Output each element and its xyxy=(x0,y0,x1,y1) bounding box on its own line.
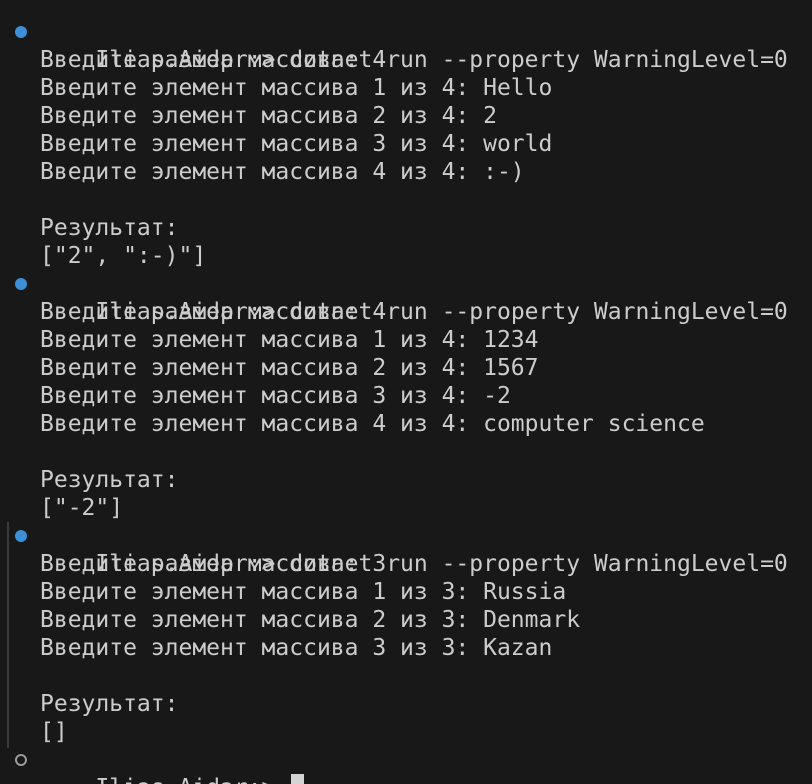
output-blank-line xyxy=(0,662,812,690)
output-line: Введите элемент массива 3 из 4: -2 xyxy=(40,383,511,409)
output-line: Введите элемент массива 2 из 3: Denmark xyxy=(40,607,581,633)
output-line: Введите элемент массива 4 из 4: computer… xyxy=(40,411,705,437)
terminal-panel[interactable]: Ilias.Aidar:> dotnet run --property Warn… xyxy=(0,0,812,784)
result-label: Результат: xyxy=(40,691,179,717)
output-line: Введите размер массива: 3 xyxy=(40,551,387,577)
command-line: Ilias.Aidar:> dotnet run --property Warn… xyxy=(0,270,812,325)
command-line: Ilias.Aidar:> dotnet run --property Warn… xyxy=(0,522,812,577)
output-line: Введите элемент массива 1 из 4: Hello xyxy=(40,75,553,101)
result-label: Результат: xyxy=(40,215,179,241)
output-line: Введите элемент массива 2 из 4: 2 xyxy=(40,103,497,129)
output-line: Введите элемент массива 1 из 4: 1234 xyxy=(40,327,539,353)
prompt: Ilias.Aidar:> xyxy=(95,775,275,784)
result-label: Результат: xyxy=(40,467,179,493)
output-line: Введите размер массива: 4 xyxy=(40,299,387,325)
output-line: Введите элемент массива 3 из 3: Kazan xyxy=(40,635,553,661)
command-line: Ilias.Aidar:> dotnet run --property Warn… xyxy=(0,18,812,73)
output-blank-line xyxy=(0,438,812,466)
output-line: Введите элемент массива 4 из 4: :-) xyxy=(40,159,525,185)
current-prompt-line[interactable]: Ilias.Aidar:> xyxy=(0,746,812,784)
output-line: Введите элемент массива 2 из 4: 1567 xyxy=(40,355,539,381)
result-value: ["-2"] xyxy=(40,495,124,521)
command-success-marker-icon[interactable] xyxy=(15,278,27,290)
command-pending-marker-icon xyxy=(15,754,27,766)
text-cursor xyxy=(291,774,305,784)
output-line: Введите элемент массива 3 из 4: world xyxy=(40,131,553,157)
result-value: [] xyxy=(40,719,68,745)
output-line: Введите размер массива: 4 xyxy=(40,47,387,73)
command-success-marker-icon[interactable] xyxy=(15,530,27,542)
output-blank-line xyxy=(0,186,812,214)
output-line: Введите элемент массива 1 из 3: Russia xyxy=(40,579,567,605)
command-success-marker-icon[interactable] xyxy=(15,26,27,38)
result-value: ["2", ":-)"] xyxy=(40,243,207,269)
